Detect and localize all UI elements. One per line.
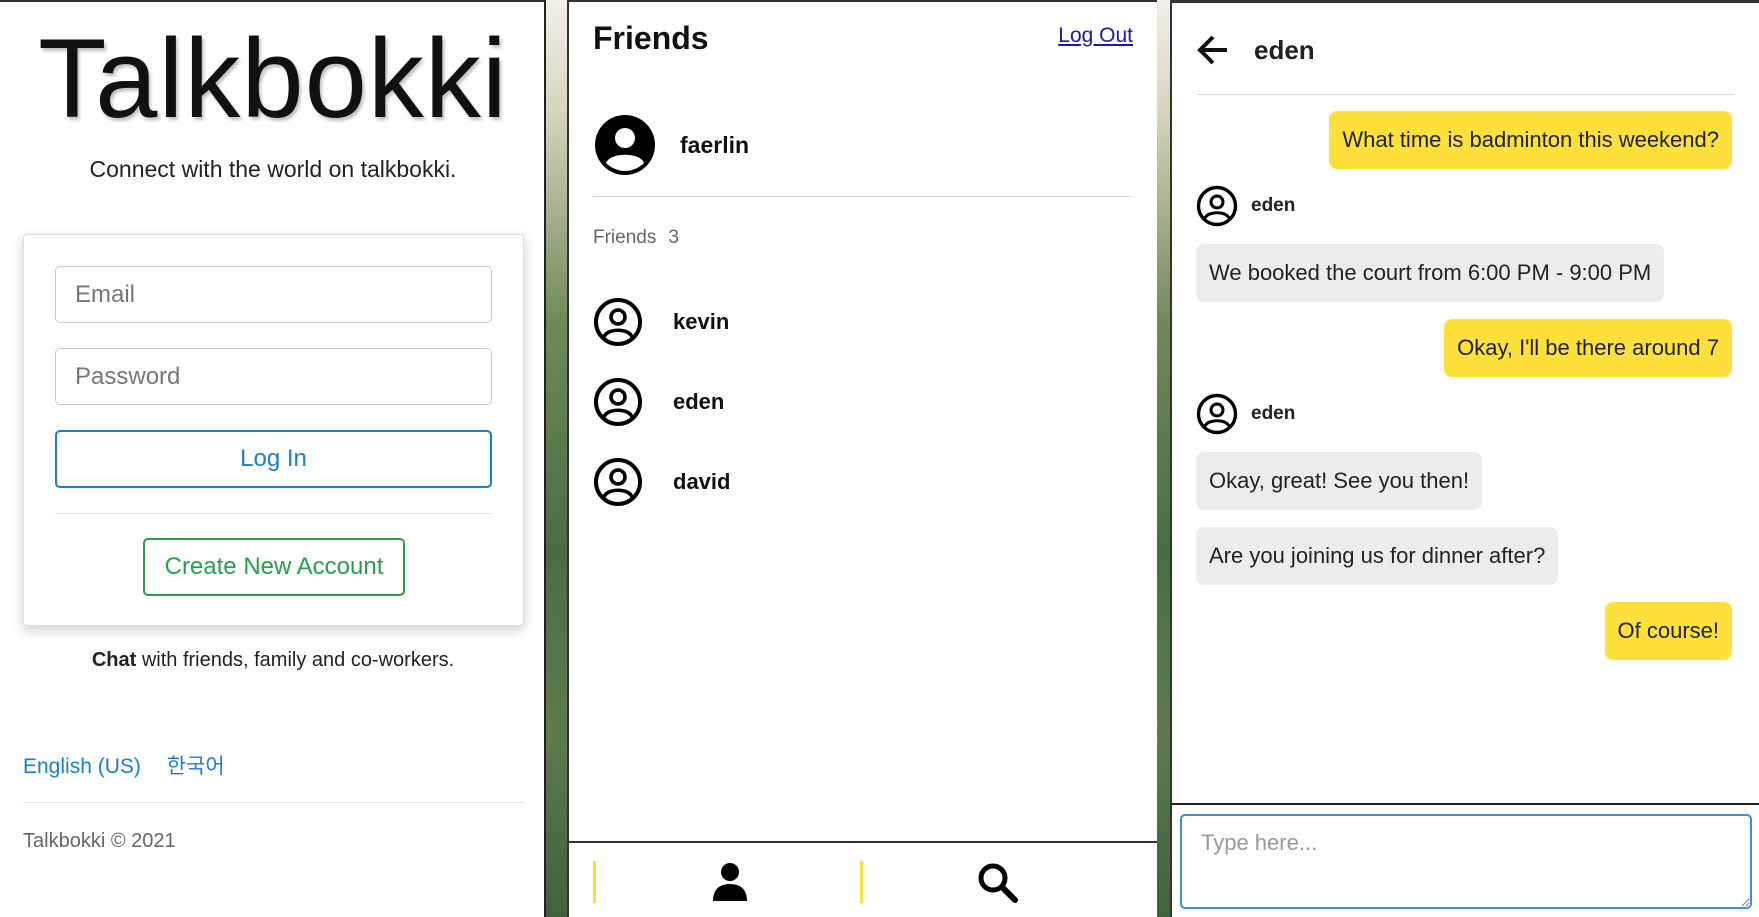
divider xyxy=(593,196,1131,197)
friend-name: eden xyxy=(673,389,725,414)
message-input[interactable] xyxy=(1180,814,1752,909)
promo-text: Chat with friends, family and co-workers… xyxy=(0,649,544,672)
footer-divider xyxy=(23,802,524,803)
password-field[interactable] xyxy=(55,348,492,405)
message-sender: eden xyxy=(1196,392,1295,436)
chat-peer-name: eden xyxy=(1254,34,1315,65)
chat-header: eden xyxy=(1196,25,1315,75)
user-circle-outline-icon xyxy=(1196,393,1238,435)
nav-separator xyxy=(860,861,863,903)
message-bubble-received: Okay, great! See you then! xyxy=(1196,452,1483,510)
login-button[interactable]: Log In xyxy=(55,430,492,488)
message-bubble-sent: What time is badminton this weekend? xyxy=(1329,111,1732,169)
sender-name: eden xyxy=(1251,403,1296,424)
friends-panel: Friends Log Out faerlin Friends 3 kevin xyxy=(567,0,1157,917)
message-bubble-sent: Of course! xyxy=(1604,602,1732,660)
user-circle-filled-icon xyxy=(595,115,655,175)
friends-count: Friends 3 xyxy=(593,227,679,249)
friends-count-value: 3 xyxy=(668,227,679,248)
friend-name: david xyxy=(673,469,731,494)
promo-text-rest: with friends, family and co-workers. xyxy=(136,649,455,671)
message-bubble-received: Are you joining us for dinner after? xyxy=(1196,527,1559,585)
friend-list: kevin eden david xyxy=(593,282,730,522)
message-bubble-received: We booked the court from 6:00 PM - 9:00 … xyxy=(1196,244,1665,302)
email-field[interactable] xyxy=(55,266,492,323)
friend-item-eden[interactable]: eden xyxy=(593,362,730,442)
bottom-nav xyxy=(569,841,1157,917)
divider xyxy=(1196,94,1734,95)
login-panel: Talkbokki Connect with the world on talk… xyxy=(0,0,546,917)
friends-count-label: Friends xyxy=(593,227,657,248)
create-account-button[interactable]: Create New Account xyxy=(143,538,405,596)
person-icon[interactable] xyxy=(709,861,751,903)
divider xyxy=(55,513,492,514)
promo-text-bold: Chat xyxy=(91,649,137,671)
language-korean-link[interactable]: 한국어 xyxy=(167,755,225,778)
brand-logo-text: Talkbokki xyxy=(38,16,508,141)
message-sender: eden xyxy=(1196,184,1295,228)
friend-item-kevin[interactable]: kevin xyxy=(593,282,730,362)
user-circle-outline-icon xyxy=(594,378,642,426)
logout-link[interactable]: Log Out xyxy=(1058,24,1133,48)
message-bubble-sent: Okay, I'll be there around 7 xyxy=(1444,319,1732,377)
login-form: Log In Create New Account xyxy=(23,234,524,626)
composer-divider xyxy=(1172,803,1759,805)
my-profile-row[interactable]: faerlin xyxy=(593,112,749,178)
copyright: Talkbokki © 2021 xyxy=(23,830,176,852)
nav-separator xyxy=(593,861,596,903)
friend-name: kevin xyxy=(673,309,730,334)
chat-panel: eden What time is badminton this weekend… xyxy=(1170,0,1759,917)
language-english-link[interactable]: English (US) xyxy=(23,755,141,778)
arrow-left-icon[interactable] xyxy=(1196,33,1230,67)
tagline: Connect with the world on talkbokki. xyxy=(89,156,457,182)
sender-name: eden xyxy=(1251,195,1296,216)
user-circle-outline-icon xyxy=(594,458,642,506)
search-icon[interactable] xyxy=(976,861,1018,903)
page-title: Friends xyxy=(593,20,709,56)
my-name: faerlin xyxy=(680,131,750,158)
user-circle-outline-icon xyxy=(1196,185,1238,227)
language-selector: English (US) 한국어 xyxy=(23,750,245,780)
friend-item-david[interactable]: david xyxy=(593,442,730,522)
user-circle-outline-icon xyxy=(594,298,642,346)
